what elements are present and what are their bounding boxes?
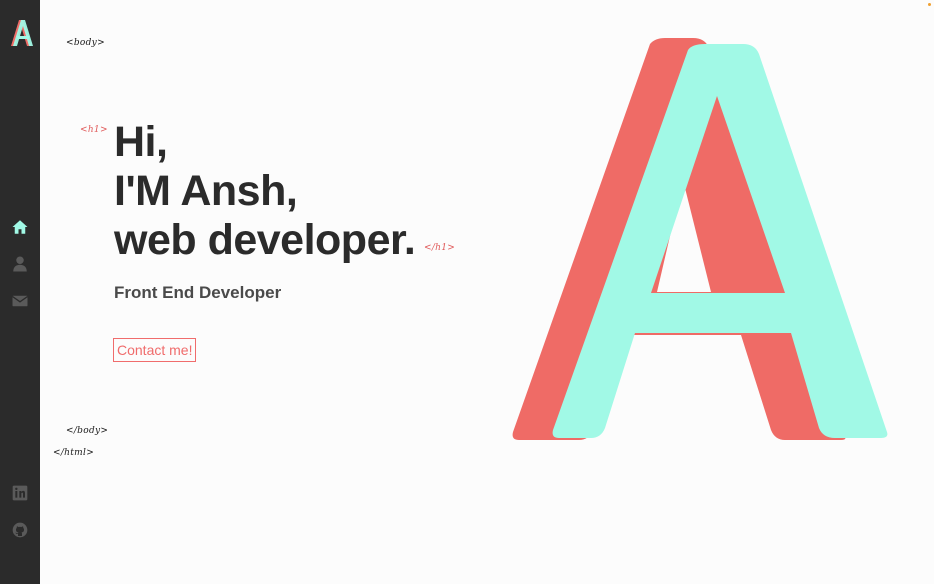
html-close-tag: </html> <box>53 448 95 458</box>
linkedin-icon[interactable] <box>12 485 28 501</box>
notification-dot <box>928 3 931 6</box>
github-icon[interactable] <box>12 522 28 538</box>
headline-line-1: Hi, <box>114 118 168 166</box>
body-close-tag: </body> <box>66 426 109 436</box>
contact-button[interactable]: Contact me! <box>113 338 197 362</box>
h1-close-tag: </h1> <box>424 243 456 253</box>
nav-home-icon[interactable] <box>11 218 29 236</box>
headline-line-2: I'M Ansh, <box>114 167 298 215</box>
hero-subtitle: Front End Developer <box>114 283 282 302</box>
nav-envelope-icon[interactable] <box>11 292 29 310</box>
logo-icon[interactable] <box>9 18 33 48</box>
big-a-logo <box>512 38 888 440</box>
body-open-tag: <body> <box>66 38 105 48</box>
headline-line-3: web developer. <box>114 216 416 264</box>
h1-open-tag: <h1> <box>80 125 108 135</box>
sidebar <box>0 0 40 584</box>
nav-user-icon[interactable] <box>11 255 29 273</box>
hero-headline: Hi, I'M Ansh, web developer. <box>114 118 416 265</box>
